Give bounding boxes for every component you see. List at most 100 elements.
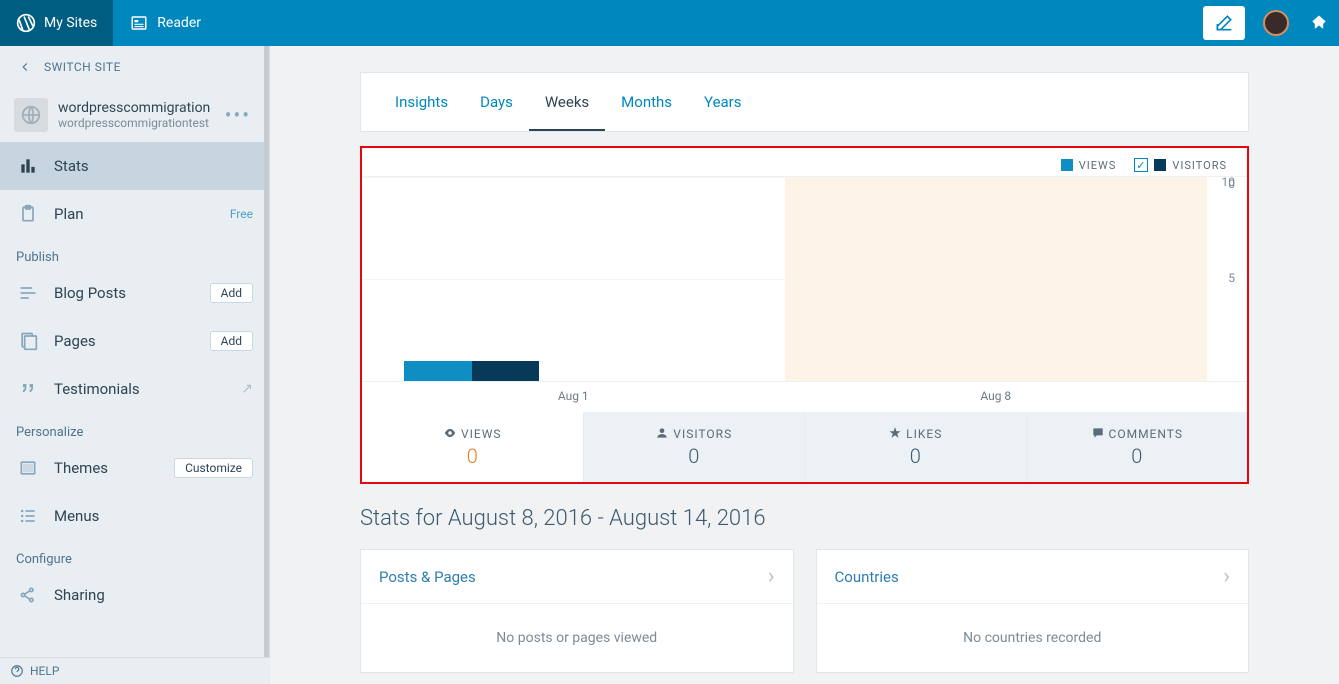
star-icon — [888, 426, 902, 440]
sidebar-item-label: Sharing — [54, 586, 105, 604]
help-label: HELP — [30, 664, 59, 678]
nav-reader[interactable]: Reader — [113, 0, 217, 46]
section-personalize: Personalize — [0, 413, 269, 444]
module-title: Countries — [835, 568, 899, 586]
stat-comments[interactable]: COMMENTS 0 — [1026, 412, 1248, 482]
user-icon — [655, 426, 669, 440]
pencil-icon — [1214, 13, 1234, 33]
share-icon — [16, 583, 40, 607]
switch-site-label: SWITCH SITE — [44, 60, 121, 74]
legend-visitors[interactable]: ✓VISITORS — [1134, 158, 1227, 172]
swatch-visitors — [1154, 159, 1166, 171]
new-post-button[interactable] — [1203, 6, 1245, 40]
customize-button[interactable]: Customize — [174, 458, 253, 478]
checkbox-icon: ✓ — [1134, 158, 1148, 172]
nav-reader-label: Reader — [157, 15, 201, 31]
comment-icon — [1091, 426, 1105, 440]
module-header[interactable]: Countries › — [817, 550, 1249, 604]
section-publish: Publish — [0, 238, 269, 269]
sidebar-item-plan[interactable]: Plan Free — [0, 190, 269, 238]
help-button[interactable]: HELP — [0, 657, 270, 684]
external-icon: ↗ — [241, 381, 253, 397]
sidebar-item-sharing[interactable]: Sharing — [0, 571, 269, 619]
sidebar-item-menus[interactable]: Menus — [0, 492, 269, 540]
globe-icon — [20, 104, 42, 126]
module-title: Posts & Pages — [379, 568, 476, 586]
sidebar-item-label: Blog Posts — [54, 284, 126, 302]
xtick: Aug 1 — [362, 381, 785, 403]
sidebar-item-stats[interactable]: Stats — [0, 142, 269, 190]
nav-my-sites[interactable]: My Sites — [0, 0, 113, 46]
chevron-right-icon: › — [1223, 564, 1230, 589]
top-bar: My Sites Reader — [0, 0, 1339, 46]
stat-value: 0 — [362, 444, 583, 468]
stat-likes[interactable]: LIKES 0 — [804, 412, 1026, 482]
stat-views[interactable]: VIEWS 0 — [362, 412, 583, 482]
user-avatar[interactable] — [1263, 10, 1289, 36]
section-configure: Configure — [0, 540, 269, 571]
tab-insights[interactable]: Insights — [379, 73, 464, 131]
sidebar-item-label: Testimonials — [54, 380, 140, 398]
sidebar-item-themes[interactable]: Themes Customize — [0, 444, 269, 492]
module-header[interactable]: Posts & Pages › — [361, 550, 793, 604]
sidebar-item-pages[interactable]: Pages Add — [0, 317, 269, 365]
swatch-views — [1061, 159, 1073, 171]
stat-value: 0 — [1027, 444, 1248, 468]
period-tabs: Insights Days Weeks Months Years — [361, 73, 1248, 131]
stats-icon — [16, 154, 40, 178]
tab-weeks[interactable]: Weeks — [529, 73, 605, 131]
reader-icon — [129, 13, 149, 33]
tab-years[interactable]: Years — [688, 73, 757, 131]
tab-months[interactable]: Months — [605, 73, 688, 131]
switch-site-link[interactable]: SWITCH SITE — [0, 46, 269, 88]
sidebar-item-label: Plan — [54, 205, 84, 223]
sidebar-item-label: Menus — [54, 507, 99, 525]
site-more-button[interactable]: ••• — [221, 103, 255, 127]
sidebar: SWITCH SITE wordpresscommigration wordpr… — [0, 46, 270, 684]
sidebar-item-label: Themes — [54, 459, 108, 477]
pages-icon — [16, 329, 40, 353]
chart-column[interactable]: Aug 8 — [785, 177, 1208, 381]
stat-value: 0 — [805, 444, 1026, 468]
add-post-button[interactable]: Add — [210, 283, 253, 303]
nav-my-sites-label: My Sites — [44, 15, 97, 31]
chart-area: 10 5 0 Aug 1 Aug 8 — [362, 176, 1247, 382]
legend-views[interactable]: VIEWS — [1061, 159, 1117, 172]
quote-icon — [16, 377, 40, 401]
eye-icon — [443, 426, 457, 440]
date-range-title: Stats for August 8, 2016 - August 14, 20… — [360, 506, 1249, 531]
tabs-card: Insights Days Weeks Months Years — [360, 72, 1249, 132]
ytick: 0 — [1228, 177, 1235, 383]
notifications-button[interactable] — [1299, 0, 1339, 46]
sidebar-item-label: Pages — [54, 332, 96, 350]
chart-legend: VIEWS ✓VISITORS — [362, 148, 1247, 176]
current-site-row[interactable]: wordpresscommigration wordpresscommigrat… — [0, 88, 269, 142]
help-icon — [10, 664, 24, 678]
stat-value: 0 — [584, 444, 805, 468]
sidebar-item-testimonials[interactable]: Testimonials ↗ — [0, 365, 269, 413]
clipboard-icon — [16, 202, 40, 226]
site-title: wordpresscommigration — [58, 100, 221, 116]
sidebar-item-blog-posts[interactable]: Blog Posts Add — [0, 269, 269, 317]
chart-column[interactable]: Aug 1 — [362, 177, 785, 381]
tab-days[interactable]: Days — [464, 73, 529, 131]
themes-icon — [16, 456, 40, 480]
main-content: Insights Days Weeks Months Years VIEWS ✓… — [270, 46, 1339, 684]
stat-visitors[interactable]: VISITORS 0 — [583, 412, 805, 482]
wordpress-icon — [16, 13, 36, 33]
chevron-right-icon: › — [768, 564, 775, 589]
stats-chart-card: VIEWS ✓VISITORS 10 5 0 Aug 1 Aug 8 — [360, 146, 1249, 484]
bar-visitors — [472, 361, 540, 381]
xtick: Aug 8 — [785, 381, 1208, 403]
summary-stats-row: VIEWS 0 VISITORS 0 LIKES 0 COMMENTS 0 — [362, 412, 1247, 482]
posts-icon — [16, 281, 40, 305]
module-posts-pages: Posts & Pages › No posts or pages viewed — [360, 549, 794, 673]
sidebar-scrollbar[interactable] — [264, 46, 269, 684]
module-empty-text: No countries recorded — [817, 604, 1249, 672]
site-icon — [14, 98, 48, 132]
add-page-button[interactable]: Add — [210, 331, 253, 351]
module-empty-text: No posts or pages viewed — [361, 604, 793, 672]
sidebar-item-label: Stats — [54, 157, 89, 175]
bell-icon — [1309, 13, 1329, 33]
module-countries: Countries › No countries recorded — [816, 549, 1250, 673]
